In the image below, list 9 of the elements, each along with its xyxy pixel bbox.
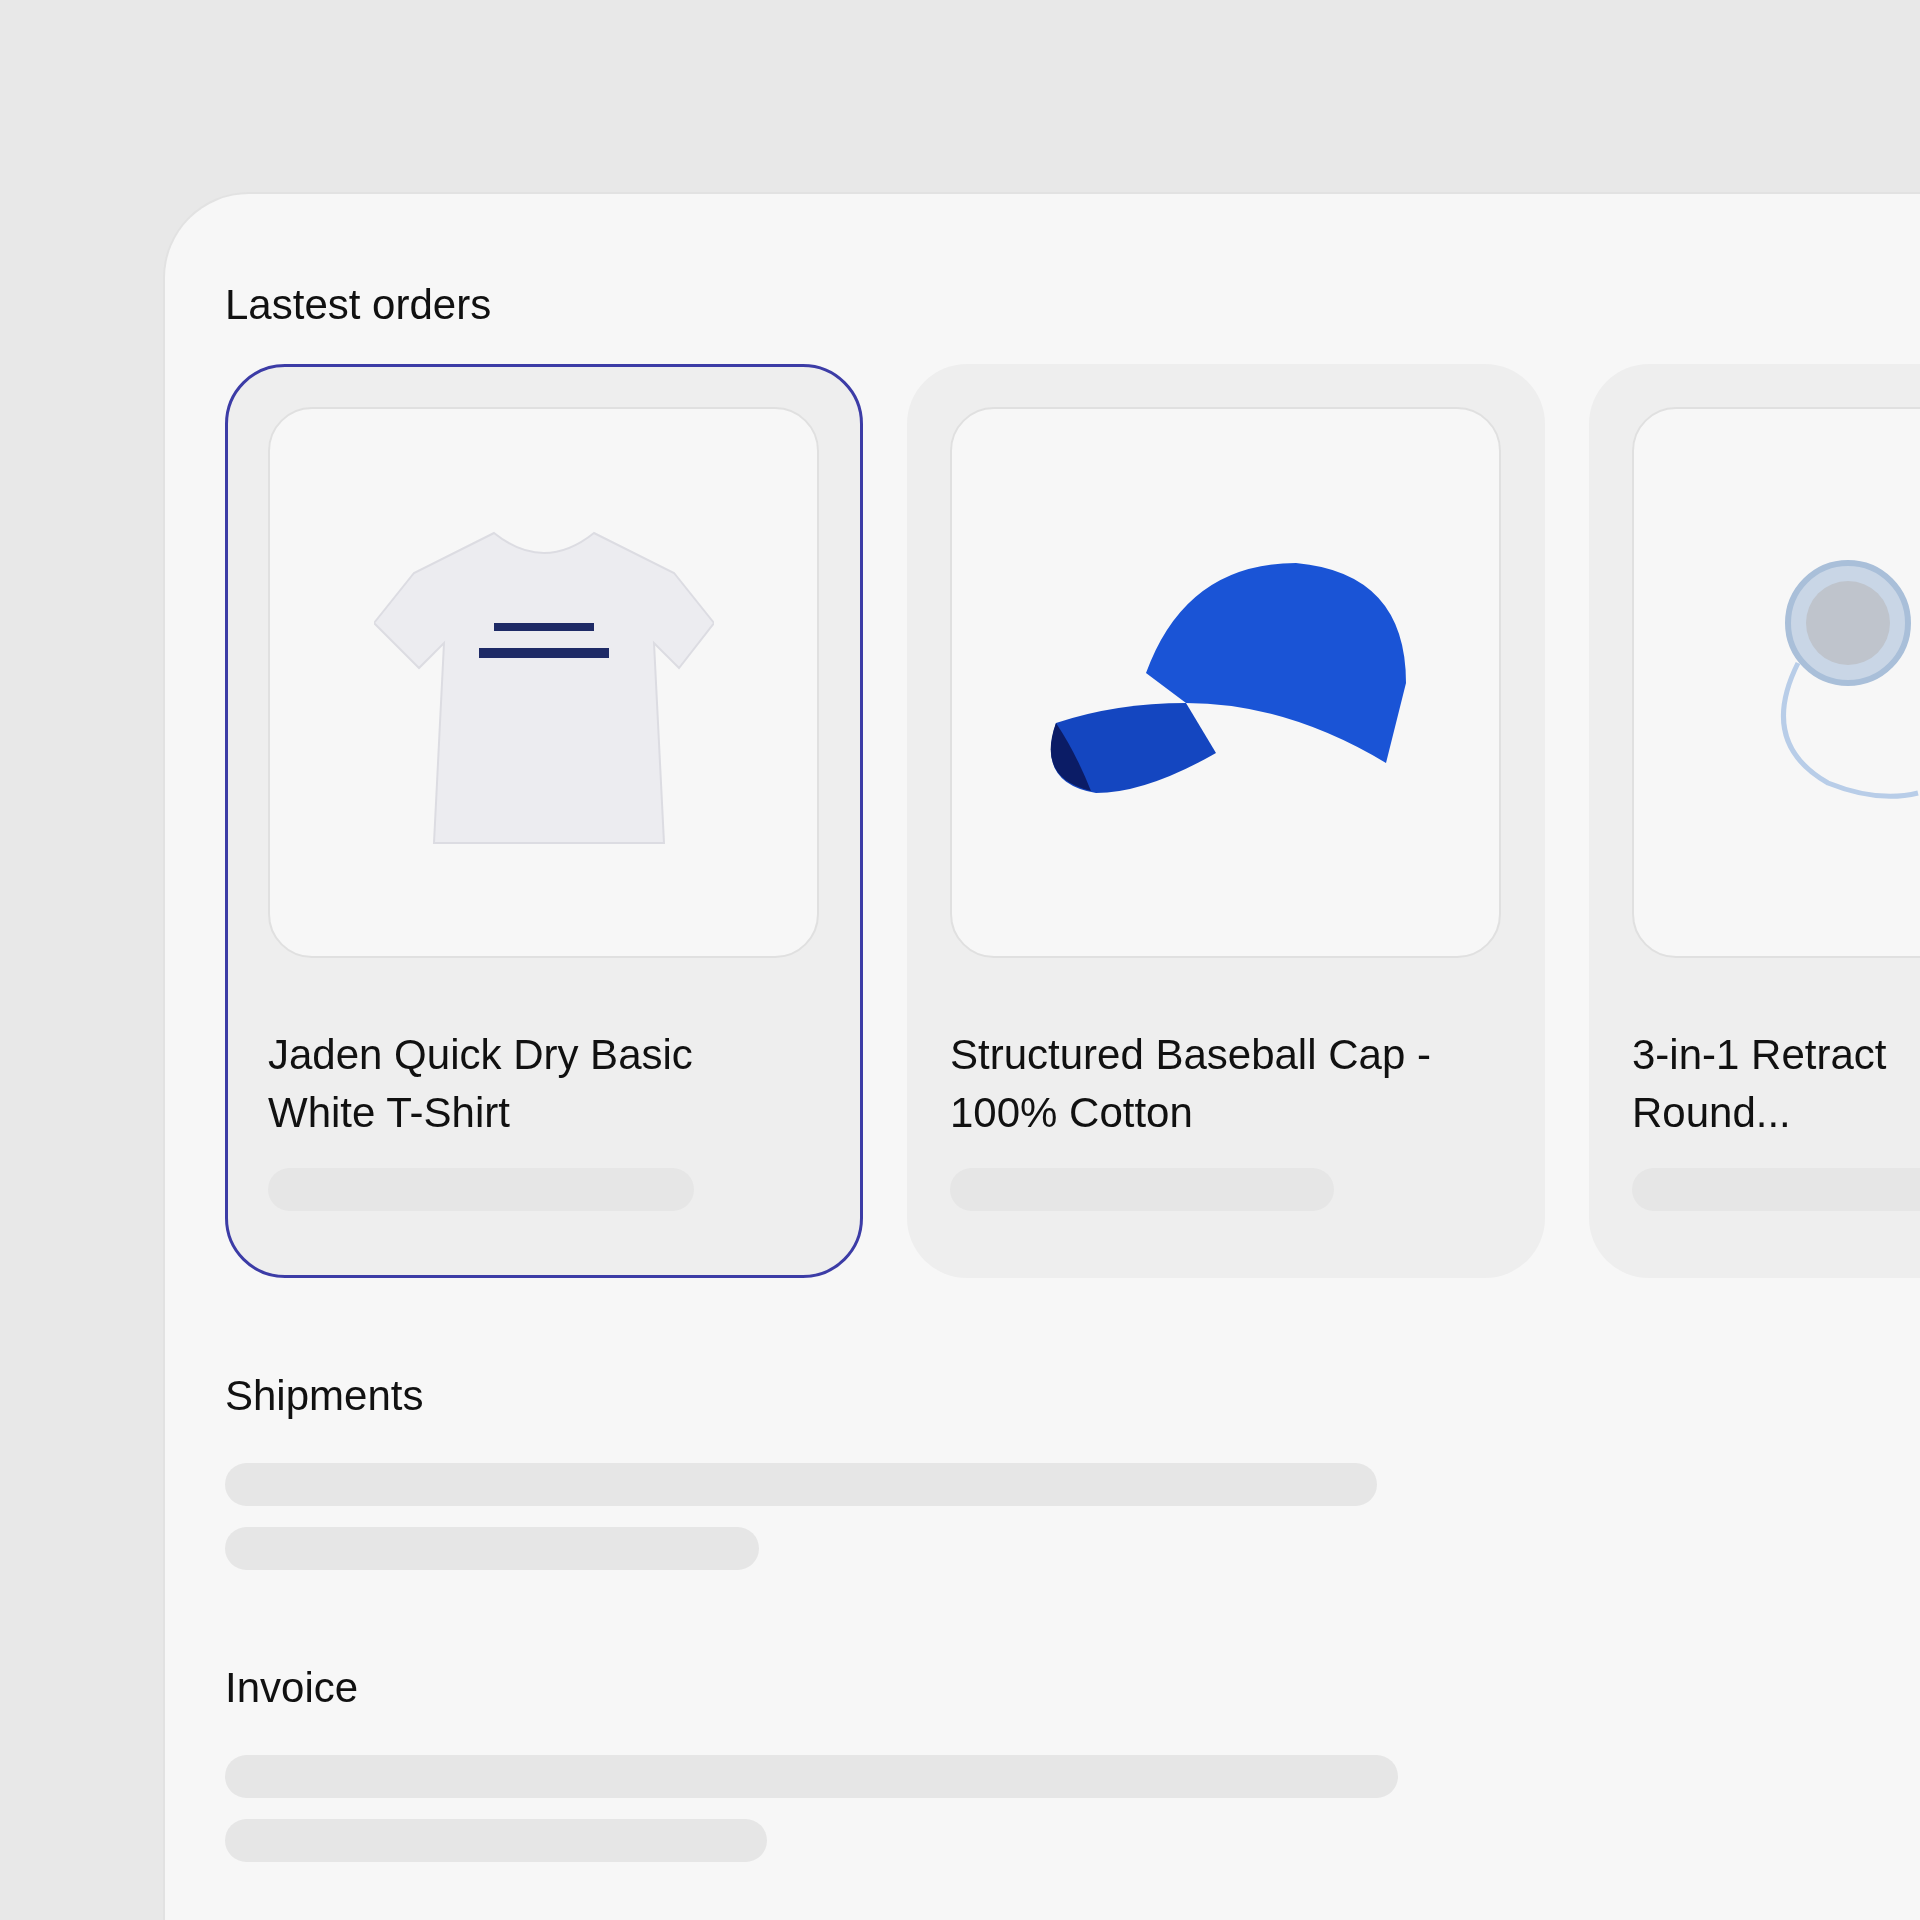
order-card[interactable]: Jaden Quick Dry Basic White T-Shirt: [225, 364, 863, 1278]
section-title: Shipments: [225, 1371, 424, 1421]
order-card[interactable]: Structured Baseball Cap - 100% Cotton: [907, 364, 1545, 1278]
product-name: 3-in-1 Retract Round...: [1632, 1030, 1887, 1138]
order-card[interactable]: 3-in-1 Retract Round...: [1589, 364, 1920, 1278]
product-name: Structured Baseball Cap - 100% Cotton: [950, 1030, 1431, 1138]
product-name: Jaden Quick Dry Basic White T-Shirt: [268, 1030, 693, 1138]
section-title: Invoice: [225, 1663, 359, 1713]
section-title: Lastest orders: [225, 280, 492, 330]
